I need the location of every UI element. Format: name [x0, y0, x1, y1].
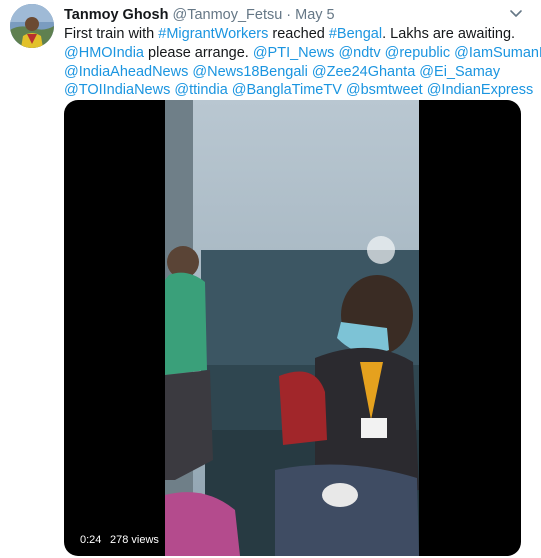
avatar[interactable]	[10, 4, 54, 48]
video-player[interactable]: 0:24 278 views	[64, 100, 521, 556]
tweet-text-line: @TOIIndiaNews @ttindia @BanglaTimeTV @bs…	[64, 81, 534, 100]
tweet-header: Tanmoy Ghosh @Tanmoy_Fetsu · May 5	[64, 6, 335, 26]
video-view-count: 278 views	[110, 534, 159, 546]
tweet[interactable]: Tanmoy Ghosh @Tanmoy_Fetsu · May 5 First tr…	[0, 0, 541, 558]
author-handle[interactable]: @Tanmoy_Fetsu	[172, 7, 282, 23]
tweet-date[interactable]: May 5	[295, 7, 335, 23]
video-duration: 0:24	[80, 534, 102, 546]
tweet-text-line: First train with #MigrantWorkers reached…	[64, 25, 534, 44]
hashtag-link[interactable]: #Bengal	[329, 26, 382, 42]
avatar-image	[10, 4, 54, 48]
tweet-text-line: @HMOIndia please arrange. @PTI_News @ndt…	[64, 44, 541, 63]
mention-link[interactable]: @HMOIndia	[64, 45, 144, 61]
chevron-down-icon[interactable]	[509, 9, 523, 19]
video-frame[interactable]	[165, 100, 419, 556]
text-segment: please arrange.	[144, 44, 253, 61]
mention-links[interactable]: @IndiaAheadNews @News18Bengali @Zee24Gha…	[64, 64, 500, 80]
tweet-text: First train with #MigrantWorkers reached…	[64, 25, 541, 100]
text-segment: First train with	[64, 26, 159, 42]
author-name[interactable]: Tanmoy Ghosh	[64, 7, 168, 23]
video-thumbnail	[165, 100, 419, 556]
tweet-text-line: @IndiaAheadNews @News18Bengali @Zee24Gha…	[64, 63, 534, 82]
separator-dot: ·	[286, 7, 292, 23]
mention-links[interactable]: @PTI_News @ndtv @republic @IamSumanDe	[253, 45, 541, 61]
text-segment: . Lakhs are awaiting.	[382, 26, 516, 42]
hashtag-link[interactable]: #MigrantWorkers	[158, 26, 268, 42]
text-segment: reached	[268, 26, 329, 42]
mention-links[interactable]: @TOIIndiaNews @ttindia @BanglaTimeTV @bs…	[64, 82, 533, 98]
